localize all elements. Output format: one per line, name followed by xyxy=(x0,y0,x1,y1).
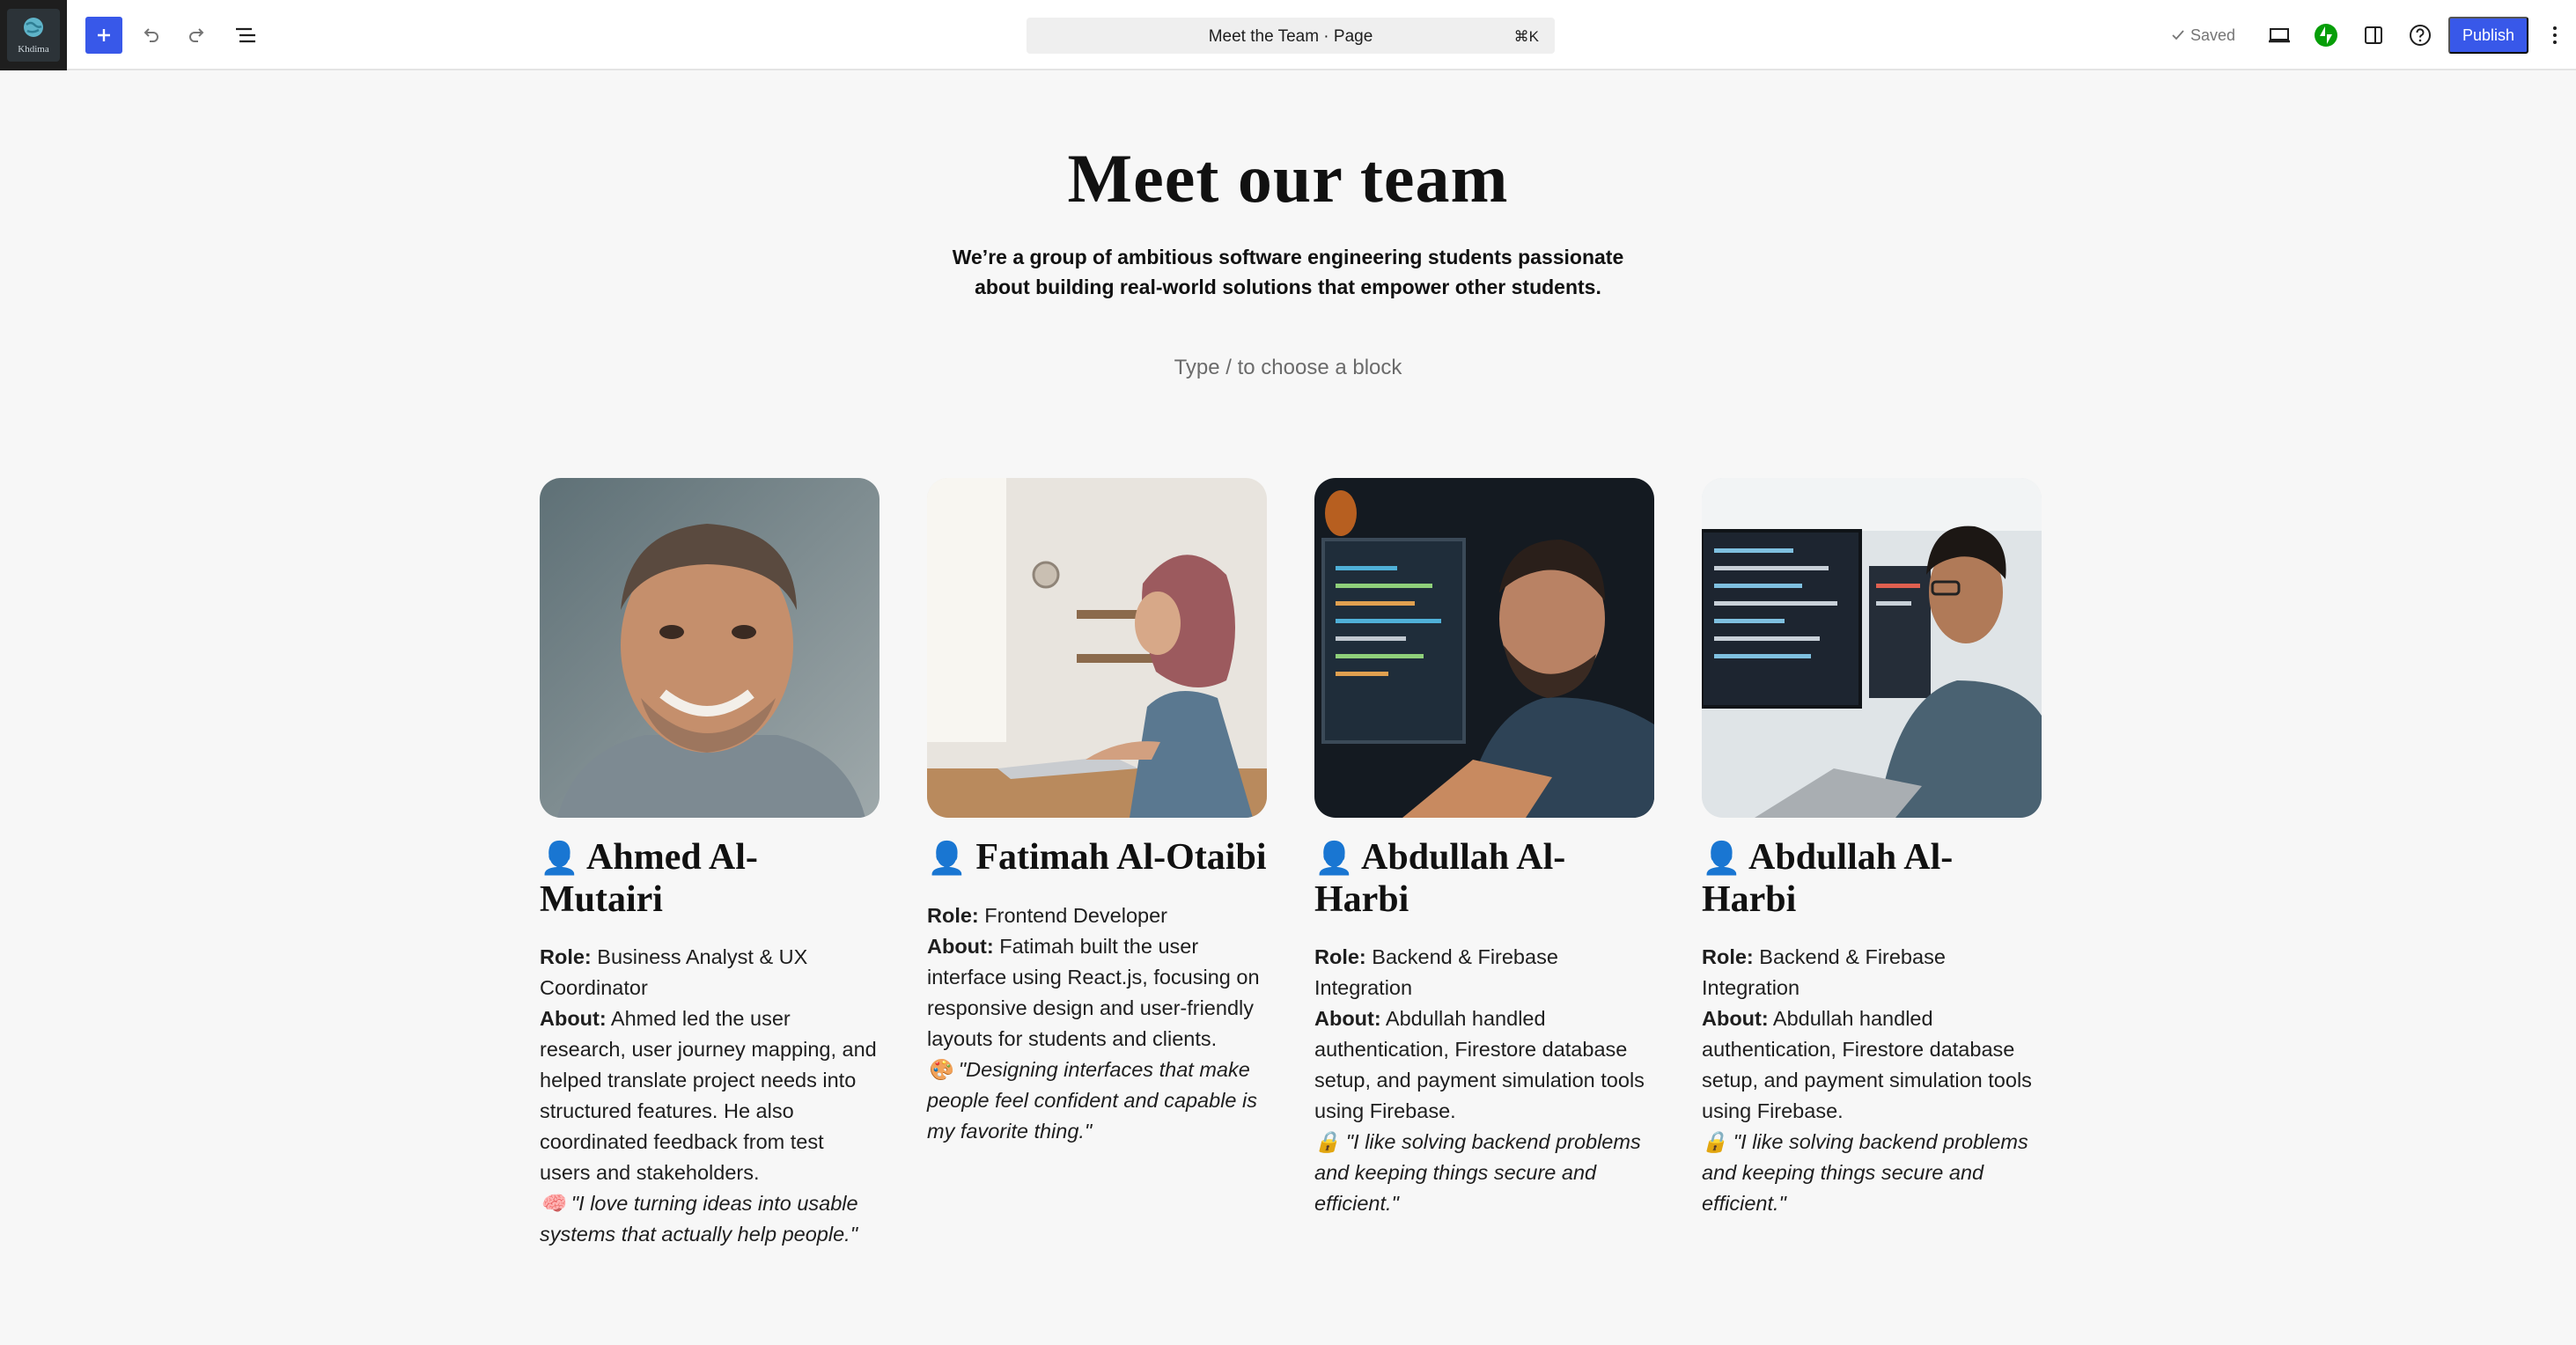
command-shortcut: ⌘K xyxy=(1513,28,1539,45)
jetpack-button[interactable] xyxy=(2307,18,2344,53)
block-appender-placeholder[interactable]: Type / to choose a block xyxy=(0,356,2576,380)
person-icon: 👤 xyxy=(540,841,579,876)
person-icon: 👤 xyxy=(1314,841,1354,876)
document-overview-button[interactable] xyxy=(227,18,264,53)
saved-label: Saved xyxy=(2190,26,2236,44)
about-label: About: xyxy=(1314,1007,1381,1030)
saved-status: Saved xyxy=(2171,25,2235,46)
quote-text: "I love turning ideas into usable system… xyxy=(540,1192,858,1246)
help-button[interactable] xyxy=(2402,18,2439,53)
redo-icon xyxy=(189,28,204,42)
team-member-name[interactable]: 👤 Abdullah Al-Harbi xyxy=(1314,837,1654,921)
lock-icon: 🔒 xyxy=(1314,1130,1341,1153)
editor-toolbar: Khdima Meet the Team · Page ⌘K Saved Pub… xyxy=(0,0,2576,70)
about-text: Ahmed led the user research, user journe… xyxy=(540,1007,877,1184)
role-label: Role: xyxy=(540,945,592,968)
site-logo-button[interactable]: Khdima xyxy=(0,0,67,70)
brain-icon: 🧠 xyxy=(540,1192,566,1215)
quote-text: "Designing interfaces that make people f… xyxy=(927,1058,1257,1143)
site-logo-image: Khdima xyxy=(7,9,60,62)
lock-icon: 🔒 xyxy=(1702,1130,1728,1153)
team-member-details[interactable]: Role: Backend & Firebase Integration Abo… xyxy=(1702,942,2042,1219)
team-member-name[interactable]: 👤 Abdullah Al-Harbi xyxy=(1702,837,2042,921)
role-label: Role: xyxy=(1314,945,1366,968)
role-label: Role: xyxy=(927,904,979,927)
person-icon: 👤 xyxy=(1702,841,1741,876)
help-icon xyxy=(2410,25,2431,46)
about-label: About: xyxy=(1702,1007,1769,1030)
team-member-card: 👤 Ahmed Al-Mutairi Role: Business Analys… xyxy=(540,478,880,1250)
team-member-card: 👤 Abdullah Al-Harbi Role: Backend & Fire… xyxy=(1702,478,2042,1219)
team-member-name[interactable]: 👤 Ahmed Al-Mutairi xyxy=(540,837,880,921)
command-palette-bar[interactable]: Meet the Team · Page ⌘K xyxy=(1027,18,1555,54)
team-member-photo[interactable] xyxy=(1314,478,1654,818)
page-heading[interactable]: Meet our team xyxy=(0,139,2576,218)
about-label: About: xyxy=(927,935,994,958)
globe-icon xyxy=(24,18,43,37)
role-text: Frontend Developer xyxy=(984,904,1167,927)
team-member-details[interactable]: Role: Frontend Developer About: Fatimah … xyxy=(927,900,1267,1147)
jetpack-icon xyxy=(2315,24,2337,47)
undo-icon xyxy=(144,28,158,42)
team-member-photo[interactable] xyxy=(540,478,880,818)
redo-button[interactable] xyxy=(179,18,216,53)
about-label: About: xyxy=(540,1007,607,1030)
sidebar-icon xyxy=(2365,26,2382,44)
team-member-photo[interactable] xyxy=(927,478,1267,818)
list-view-icon xyxy=(236,27,255,43)
palette-icon: 🎨 xyxy=(927,1058,953,1081)
person-icon: 👤 xyxy=(927,841,967,876)
intro-paragraph[interactable]: We’re a group of ambitious software engi… xyxy=(936,242,1640,302)
options-menu-button[interactable] xyxy=(2539,18,2571,53)
quote-text: "I like solving backend problems and kee… xyxy=(1314,1130,1641,1215)
quote-text: "I like solving backend problems and kee… xyxy=(1702,1130,2028,1215)
team-member-card: 👤 Fatimah Al-Otaibi Role: Frontend Devel… xyxy=(927,478,1267,1147)
site-logo-text: Khdima xyxy=(18,44,49,55)
plus-icon xyxy=(98,29,110,41)
undo-button[interactable] xyxy=(132,18,169,53)
settings-sidebar-button[interactable] xyxy=(2355,18,2392,53)
check-icon xyxy=(2172,30,2184,40)
publish-button[interactable]: Publish xyxy=(2448,17,2528,54)
add-block-button[interactable] xyxy=(85,17,122,54)
more-vertical-icon xyxy=(2553,26,2557,44)
member-name-text: Fatimah Al-Otaibi xyxy=(975,837,1267,878)
role-label: Role: xyxy=(1702,945,1754,968)
team-member-photo[interactable] xyxy=(1702,478,2042,818)
team-member-name[interactable]: 👤 Fatimah Al-Otaibi xyxy=(927,837,1267,879)
desktop-icon xyxy=(2269,28,2290,43)
team-member-card: 👤 Abdullah Al-Harbi Role: Backend & Fire… xyxy=(1314,478,1654,1219)
team-member-details[interactable]: Role: Business Analyst & UX Coordinator … xyxy=(540,942,880,1250)
preview-button[interactable] xyxy=(2261,18,2298,53)
team-member-details[interactable]: Role: Backend & Firebase Integration Abo… xyxy=(1314,942,1654,1219)
document-title: Meet the Team · Page xyxy=(1208,27,1373,46)
